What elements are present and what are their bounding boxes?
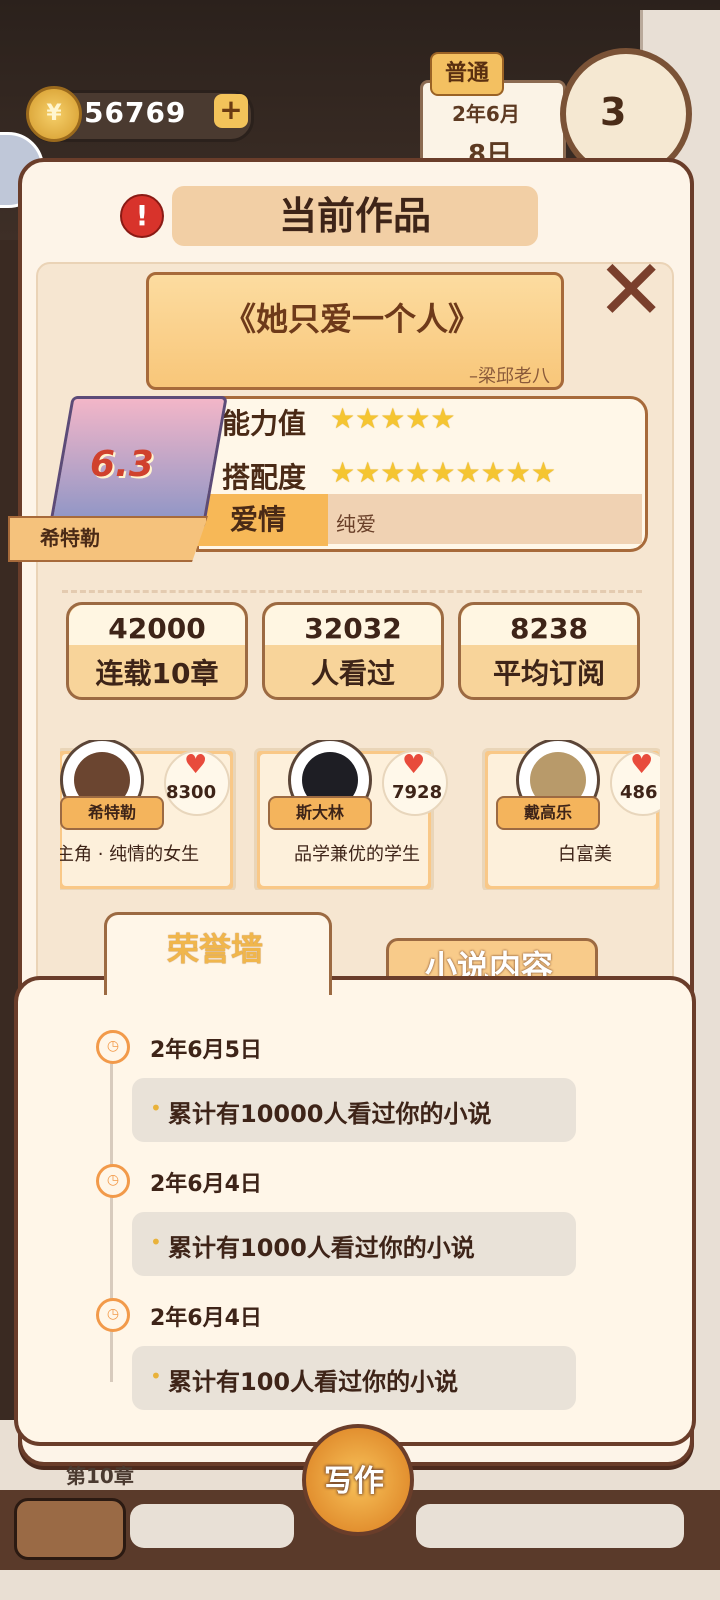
honor-text: 累计有1000人看过你的小说	[168, 1234, 475, 1262]
coin-balance: 56769	[84, 96, 187, 129]
honor-text: 累计有10000人看过你的小说	[168, 1100, 492, 1128]
character-likes: 8300	[166, 782, 217, 803]
ability-label: 能力值	[222, 407, 307, 440]
panel-title: 当前作品	[278, 194, 431, 238]
clock-icon: ◷	[96, 1030, 130, 1064]
subgenre-label: 纯爱	[336, 512, 376, 536]
match-stars: ★★★★★★★★★	[330, 456, 556, 489]
character-desc: 品学兼优的学生	[294, 844, 420, 865]
difficulty-badge: 普通	[430, 52, 504, 96]
heart-icon: ♥	[184, 750, 208, 780]
metric-label: 平均订阅	[492, 657, 605, 690]
clock-icon: ◷	[96, 1298, 130, 1332]
divider	[62, 590, 642, 593]
metric-label: 连载10章	[95, 657, 219, 690]
write-button-label[interactable]: 写作	[302, 1456, 406, 1500]
character-strip[interactable]: ♥ 8300 希特勒 主角 · 纯情的女生 ♥ 7928 斯大林 品学兼优的学生…	[60, 740, 660, 890]
book-title: 《她只爱一个人》	[223, 300, 480, 338]
character-name: 斯大林	[268, 796, 372, 830]
bullet-icon: •	[150, 1096, 162, 1120]
bullet-icon: •	[150, 1230, 162, 1254]
honor-text: 累计有100人看过你的小说	[168, 1368, 459, 1396]
character-desc: 主角 · 纯情的女生	[60, 844, 200, 865]
character-desc: 白富美	[558, 844, 612, 865]
honor-date: 2年6月4日	[150, 1306, 262, 1331]
honor-date: 2年6月4日	[150, 1172, 262, 1197]
bottom-right-button[interactable]	[416, 1504, 684, 1548]
book-author: –梁邱老八	[469, 366, 550, 387]
match-label: 搭配度	[222, 461, 307, 494]
character-name: 希特勒	[60, 796, 164, 830]
character-likes: 7928	[392, 782, 443, 803]
heart-icon: ♥	[630, 750, 654, 780]
honor-date: 2年6月5日	[150, 1038, 262, 1063]
protagonist-name: 希特勒	[40, 526, 100, 550]
chapter-label: 第10章	[66, 1464, 134, 1488]
metric-value: 42000	[108, 612, 206, 645]
metric-value: 8238	[510, 612, 588, 645]
coin-icon: ¥	[26, 86, 82, 142]
add-coins-button[interactable]: +	[214, 94, 248, 128]
bullet-icon: •	[150, 1364, 162, 1388]
character-name: 戴高乐	[496, 796, 600, 830]
close-button[interactable]: ✕	[596, 248, 666, 332]
metric-value: 32032	[304, 612, 402, 645]
clock-icon: ◷	[96, 1164, 130, 1198]
metric-label: 人看过	[310, 657, 395, 690]
book-score: 6.3	[90, 444, 154, 485]
clock-value: 3	[600, 90, 627, 134]
heart-icon: ♥	[402, 750, 426, 780]
ability-stars: ★★★★★	[330, 402, 456, 435]
bottom-mid-button[interactable]	[130, 1504, 294, 1548]
calendar-date: 2年6月	[452, 102, 520, 126]
alert-icon[interactable]: !	[120, 194, 164, 238]
protagonist-ribbon	[8, 516, 208, 562]
character-likes: 486	[620, 782, 658, 803]
tab-honor-wall-label[interactable]: 荣誉墙	[104, 924, 326, 970]
bottom-left-button[interactable]	[14, 1498, 126, 1560]
